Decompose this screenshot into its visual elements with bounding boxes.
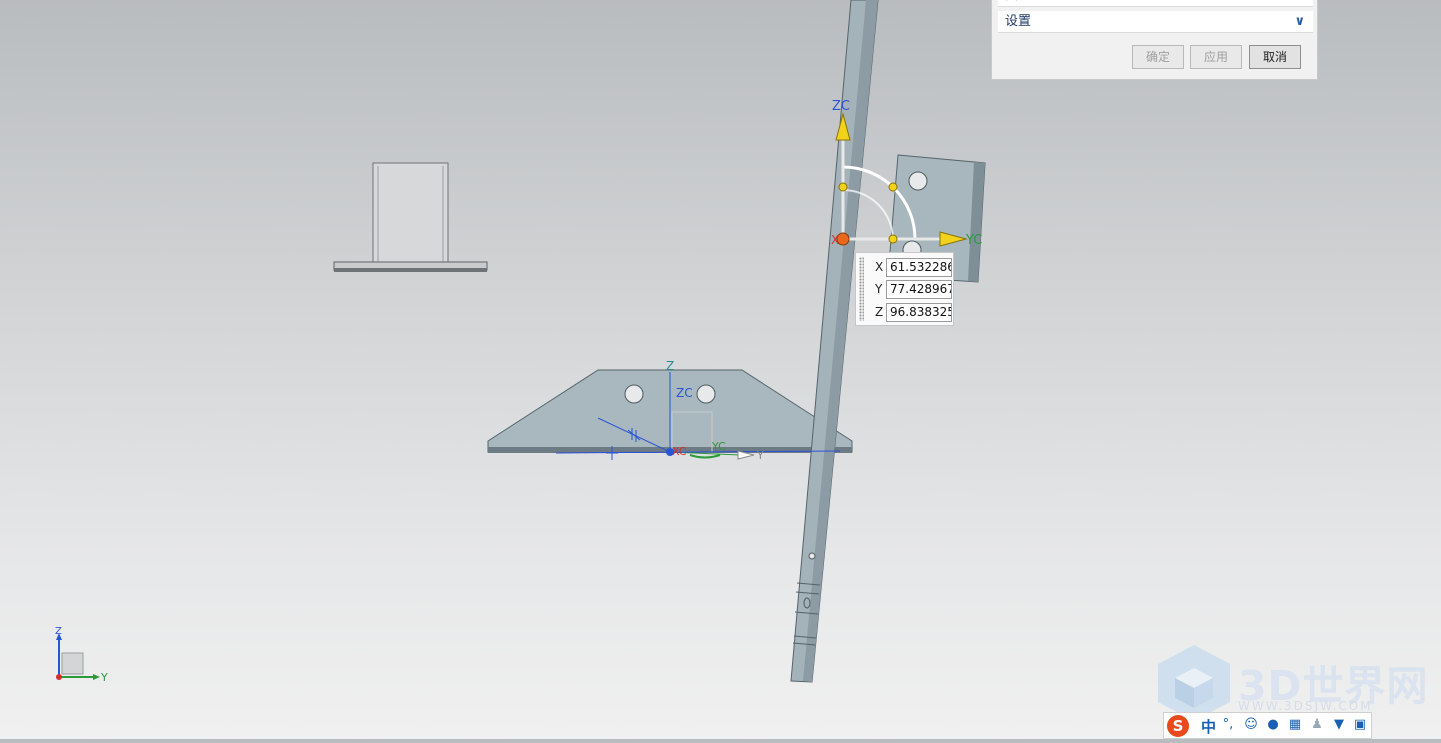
user-icon[interactable]: ♟ xyxy=(1309,717,1325,733)
y-coordinate-label: Y xyxy=(875,282,883,296)
coordinate-entry-box: X 61.532286 Y 77.428967 Z 96.838325 xyxy=(855,252,954,326)
x-coordinate-row: X 61.532286 xyxy=(868,258,952,278)
cancel-button[interactable]: 取消 xyxy=(1249,45,1301,69)
part-z-label: Z xyxy=(666,359,674,373)
part-y-label: Y xyxy=(756,449,764,462)
yc-axis-label: YC xyxy=(965,233,982,248)
graphics-viewport[interactable]: ZC YC X Z ZC YC XC Y Z Y xyxy=(0,0,1441,739)
y-coordinate-input[interactable]: 77.428967 xyxy=(886,280,952,299)
toolbox-icon[interactable]: ▣ xyxy=(1352,717,1368,733)
rotation-handle[interactable] xyxy=(838,182,848,192)
rotation-handle[interactable] xyxy=(888,234,898,244)
ime-toolbar: S 中 °, ☺ ● ▦ ♟ ▼ ▣ xyxy=(1163,712,1372,739)
x-coordinate-input[interactable]: 61.532286 xyxy=(886,258,952,277)
part-yc-label: YC xyxy=(711,440,726,453)
ime-logo-icon[interactable]: S xyxy=(1167,715,1189,737)
apply-button[interactable]: 应用 xyxy=(1190,45,1242,69)
punctuation-icon[interactable]: °, xyxy=(1220,717,1236,733)
triad-y-label: Y xyxy=(100,671,108,684)
partial-row-label: 变换 xyxy=(1005,0,1031,3)
drag-grip-icon[interactable] xyxy=(859,257,864,321)
watermark-url: WWW.3DSJW.COM xyxy=(1238,699,1373,713)
view-triad: Z Y xyxy=(55,626,108,684)
x-coordinate-label: X xyxy=(875,260,884,274)
y-coordinate-row: Y 77.428967 xyxy=(868,280,952,300)
z-coordinate-input[interactable]: 96.838325 xyxy=(886,303,952,322)
part-xc-label: XC xyxy=(672,445,687,458)
emoji-icon[interactable]: ☺ xyxy=(1243,717,1259,733)
xc-axis-label: X xyxy=(831,233,839,247)
ime-mode-toggle[interactable]: 中 xyxy=(1201,716,1216,737)
skin-icon[interactable]: ▼ xyxy=(1331,717,1347,733)
flanged-sleeve-part[interactable] xyxy=(333,162,488,272)
microphone-icon[interactable]: ● xyxy=(1265,717,1281,733)
ok-button[interactable]: 确定 xyxy=(1132,45,1184,69)
part-zc-label: ZC xyxy=(676,386,693,400)
zc-axis-label: ZC xyxy=(832,99,850,114)
rotation-handle[interactable] xyxy=(888,182,898,192)
z-coordinate-row: Z 96.838325 xyxy=(868,303,952,323)
z-coordinate-label: Z xyxy=(875,305,884,319)
chevron-down-icon[interactable]: ∨ xyxy=(1294,11,1305,33)
settings-label: 设置 xyxy=(1005,14,1032,29)
settings-section-header[interactable]: 设置 ∨ xyxy=(998,11,1313,33)
keyboard-icon[interactable]: ▦ xyxy=(1287,717,1303,733)
triad-z-label: Z xyxy=(55,626,62,637)
dialog-partial-row[interactable]: 变换 xyxy=(998,0,1313,7)
watermark-logo-icon xyxy=(1158,645,1230,721)
transform-dialog: 变换 设置 ∨ 确定 应用 取消 xyxy=(991,0,1318,80)
